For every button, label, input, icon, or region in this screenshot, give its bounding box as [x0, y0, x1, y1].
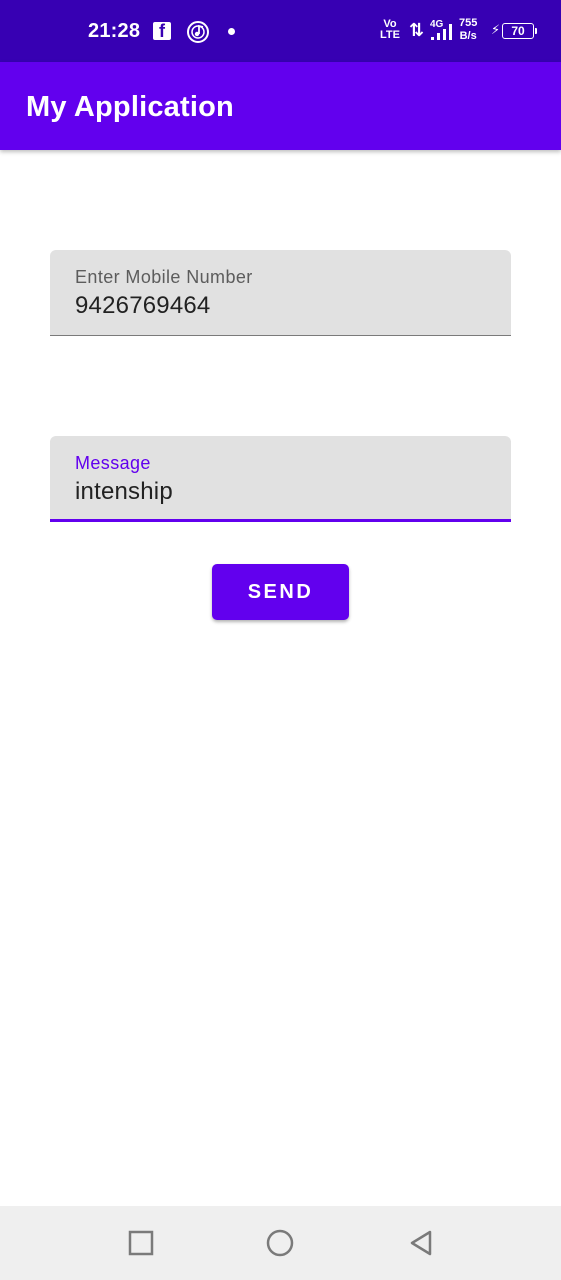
app-title: My Application	[26, 91, 234, 123]
mobile-number-hint: Enter Mobile Number	[75, 267, 253, 287]
square-icon[interactable]	[126, 1228, 156, 1258]
triangle-back-icon[interactable]	[406, 1228, 436, 1258]
app-bar: My Application	[0, 62, 561, 150]
message-field[interactable]: Message intenship	[50, 436, 511, 522]
navigation-bar	[0, 1206, 561, 1280]
facebook-icon: f	[153, 21, 171, 41]
notification-dot-icon	[228, 28, 235, 35]
send-button[interactable]: SEND	[212, 564, 349, 620]
data-transfer-icon: ⇅	[409, 20, 425, 40]
message-underline	[50, 519, 511, 522]
mobile-number-field[interactable]: Enter Mobile Number 9426769464	[50, 250, 511, 336]
network-speed: 755 B/s	[459, 17, 478, 42]
music-icon	[186, 20, 210, 49]
battery-indicator: 70	[502, 23, 537, 39]
message-value[interactable]: intenship	[75, 478, 173, 506]
charging-icon: ⚡	[491, 22, 501, 37]
svg-text:4G: 4G	[430, 19, 444, 30]
status-time: 21:28	[88, 20, 141, 42]
volte-indicator: Vo LTE	[380, 18, 400, 41]
mobile-number-underline	[50, 334, 511, 336]
message-hint: Message	[75, 453, 151, 473]
circle-icon[interactable]	[265, 1228, 295, 1258]
status-bar: 21:28 f Vo LTE ⇅ 4G 755 B/s ⚡ 70	[0, 0, 561, 62]
mobile-number-value[interactable]: 9426769464	[75, 292, 210, 320]
signal-icon: 4G	[428, 18, 456, 47]
